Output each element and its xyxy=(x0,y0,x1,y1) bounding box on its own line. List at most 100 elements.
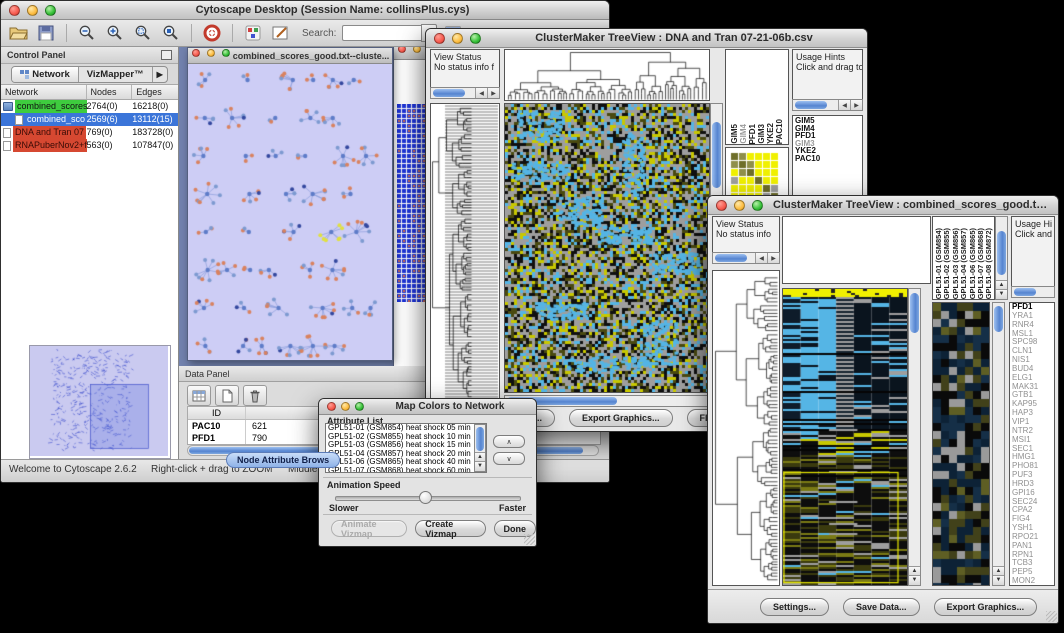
tab-vizmapper[interactable]: VizMapper™ xyxy=(79,67,153,82)
network-nodes-count: 2764(0) xyxy=(87,100,133,113)
treeview2-titlebar[interactable]: ClusterMaker TreeView : combined_scores_… xyxy=(708,196,1058,215)
tv2-zoom-heatmap[interactable] xyxy=(932,302,990,586)
tv2-collabels-vscrollbar[interactable]: ▲▼ xyxy=(995,216,1008,300)
close-button[interactable] xyxy=(434,33,445,44)
zoom-button[interactable] xyxy=(752,200,763,211)
minimize-button[interactable] xyxy=(341,402,350,411)
node-attribute-browser-button[interactable]: Node Attribute Brows xyxy=(226,452,340,468)
network-canvas[interactable] xyxy=(188,64,390,359)
search-combobox[interactable]: ▼ xyxy=(342,24,437,42)
close-button[interactable] xyxy=(716,200,727,211)
open-folder-icon[interactable] xyxy=(7,23,29,43)
attribute-list-scrollbar[interactable]: ▲▼ xyxy=(474,424,486,472)
network-frame-titlebar[interactable]: combined_scores_good.txt--cluste... xyxy=(188,48,392,64)
float-panel-icon[interactable] xyxy=(161,50,172,60)
tv1-status-scrollbar[interactable]: ◀▶ xyxy=(430,87,500,99)
tv1-hints-scrollbar[interactable]: ◀▶ xyxy=(792,99,863,111)
column-label[interactable]: GIM3 xyxy=(757,124,766,144)
map-colors-dialog: Map Colors to Network Attribute List GPL… xyxy=(318,398,537,547)
close-button[interactable] xyxy=(327,402,336,411)
tv1-column-dendrogram[interactable] xyxy=(504,49,710,101)
minimize-button[interactable] xyxy=(27,5,38,16)
dialog-button[interactable]: Create Vizmap xyxy=(415,520,485,537)
column-label[interactable]: GIM5 xyxy=(730,124,739,144)
zoom-button[interactable] xyxy=(470,33,481,44)
zoom-in-icon[interactable] xyxy=(104,23,126,43)
dialog-button[interactable]: Animate Vizmap xyxy=(331,520,407,537)
treeview2-button[interactable]: Save Data... xyxy=(843,598,920,616)
close-button[interactable] xyxy=(192,49,200,57)
network-frame-main[interactable]: combined_scores_good.txt--cluste... xyxy=(187,47,393,361)
column-label[interactable]: YKE2 xyxy=(766,123,775,144)
tv2-zoom-vscrollbar[interactable]: ▲▼ xyxy=(992,302,1005,586)
attribute-list-item[interactable]: GPL51-07 (GSM868) heat shock 60 min xyxy=(328,467,486,473)
slider-thumb[interactable] xyxy=(419,491,432,504)
zoom-fit-icon[interactable] xyxy=(160,23,182,43)
dialog-titlebar[interactable]: Map Colors to Network xyxy=(319,399,536,415)
resize-grip[interactable] xyxy=(524,534,535,545)
zoom-button[interactable] xyxy=(222,49,230,57)
zoom-button[interactable] xyxy=(355,402,364,411)
tv2-column-dendrogram[interactable] xyxy=(782,216,931,284)
minimize-button[interactable] xyxy=(413,47,421,53)
tv2-status-scrollbar[interactable]: ◀▶ xyxy=(712,252,780,264)
tv2-heatmap-vscrollbar[interactable]: ▲▼ xyxy=(908,288,921,586)
network-table-header[interactable]: Network Nodes Edges xyxy=(1,85,178,100)
tv2-column-labels[interactable]: GPL51-01 (GSM854)GPL51-02 (GSM855)GPL51-… xyxy=(932,216,995,300)
move-up-button[interactable]: ∧ xyxy=(493,435,525,448)
network-edges-count: 183728(0) xyxy=(132,126,178,139)
select-attributes-icon[interactable] xyxy=(187,385,211,406)
tv1-row-dendrogram[interactable] xyxy=(430,103,500,401)
tv2-heatmap[interactable] xyxy=(782,288,908,586)
column-label[interactable]: PFD1 xyxy=(748,124,757,144)
column-label[interactable]: PAC10 xyxy=(775,119,784,144)
network-table-row[interactable]: DNA and Tran 07 769(0) 183728(0) xyxy=(1,126,178,139)
close-button[interactable] xyxy=(398,47,406,53)
treeview1-titlebar[interactable]: ClusterMaker TreeView : DNA and Tran 07-… xyxy=(426,29,867,48)
column-label[interactable]: GPL51-08 (GSM872) xyxy=(984,228,992,299)
tv1-heatmap[interactable] xyxy=(504,103,710,393)
minimize-button[interactable] xyxy=(734,200,745,211)
column-label[interactable]: GPL51-06 (GSM865) xyxy=(968,228,976,299)
zoom-selected-icon[interactable] xyxy=(132,23,154,43)
minimize-button[interactable] xyxy=(452,33,463,44)
column-label[interactable]: GIM4 xyxy=(739,124,748,144)
annotation-icon[interactable] xyxy=(270,23,292,43)
tv2-usage-hints: Usage Hi Click and xyxy=(1011,216,1055,288)
zoom-out-icon[interactable] xyxy=(76,23,98,43)
minimize-button[interactable] xyxy=(207,49,215,57)
row-label[interactable]: MON2 xyxy=(1012,577,1054,586)
birds-eye-view[interactable] xyxy=(29,345,171,459)
help-lifering-icon[interactable] xyxy=(201,23,223,43)
tv1-column-labels[interactable]: GIM5GIM4PFD1GIM3YKE2PAC10 xyxy=(725,49,789,145)
tab-network[interactable]: Network xyxy=(12,67,78,82)
faster-label: Faster xyxy=(499,503,526,513)
treeview2-button[interactable]: Export Graphics... xyxy=(934,598,1038,616)
treeview2-title: ClusterMaker TreeView : combined_scores_… xyxy=(763,199,1058,211)
column-label[interactable]: GPL51-02 (GSM855) xyxy=(942,228,950,299)
attribute-list[interactable]: GPL51-01 (GSM854) heat shock 05 minGPL51… xyxy=(325,423,487,473)
column-label[interactable]: GPL51-04 (GSM857) xyxy=(959,228,967,299)
birds-eye-canvas[interactable] xyxy=(30,346,168,456)
move-down-button[interactable]: ∨ xyxy=(493,452,525,465)
new-attribute-icon[interactable] xyxy=(215,385,239,406)
main-titlebar[interactable]: Cytoscape Desktop (Session Name: collins… xyxy=(1,1,609,20)
network-table-row[interactable]: combined_scores 2764(0) 16218(0) xyxy=(1,100,178,113)
treeview2-button[interactable]: Settings... xyxy=(760,598,829,616)
zoom-button[interactable] xyxy=(45,5,56,16)
search-input[interactable] xyxy=(342,25,421,41)
delete-attribute-icon[interactable] xyxy=(243,385,267,406)
network-table-row[interactable]: RNAPuberNov2+f 563(0) 107847(0) xyxy=(1,139,178,152)
close-button[interactable] xyxy=(9,5,20,16)
tab-overflow-arrow[interactable]: ▶ xyxy=(153,67,167,82)
column-label[interactable]: GPL51-03 (GSM856) xyxy=(951,228,959,299)
tv2-hints-scrollbar[interactable] xyxy=(1011,286,1055,298)
treeview1-button[interactable]: Export Graphics... xyxy=(569,409,673,427)
gene-list-item[interactable]: PAC10 xyxy=(795,155,860,163)
network-table: Network Nodes Edges combined_scores 2764… xyxy=(1,85,178,152)
network-table-row[interactable]: combined_sco 2569(6) 13112(15) xyxy=(1,113,178,126)
vizmap-icon[interactable] xyxy=(242,23,264,43)
tv2-row-dendrogram[interactable] xyxy=(712,270,780,586)
resize-grip[interactable] xyxy=(1046,611,1057,622)
save-icon[interactable] xyxy=(35,23,57,43)
